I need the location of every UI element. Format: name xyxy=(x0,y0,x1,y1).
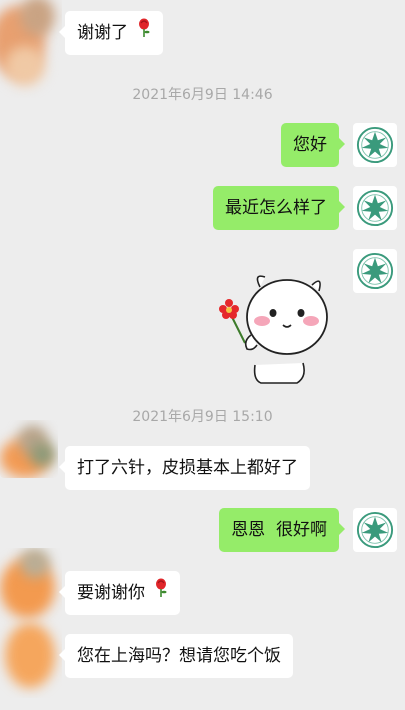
star-emblem-icon xyxy=(356,252,394,290)
message-text: 要谢谢你 xyxy=(77,583,145,603)
message-bubble-incoming[interactable]: 您在上海吗？想请您吃个饭 xyxy=(59,634,293,678)
user-avatar[interactable] xyxy=(353,123,397,167)
star-emblem-icon xyxy=(356,126,394,164)
message-text: 您好 xyxy=(293,135,327,155)
user-avatar[interactable] xyxy=(353,249,397,293)
message-text: 您在上海吗？想请您吃个饭 xyxy=(77,646,281,666)
message-bubble-incoming[interactable]: 打了六针，皮损基本上都好了 xyxy=(59,446,310,490)
star-emblem-icon xyxy=(356,189,394,227)
contact-avatar[interactable] xyxy=(0,548,62,698)
user-avatar[interactable] xyxy=(353,186,397,230)
message-bubble-incoming[interactable]: 要谢谢你 xyxy=(58,571,181,615)
message-text: 谢谢了 xyxy=(77,23,128,43)
message-text: 恩恩 很好啊 xyxy=(231,520,327,540)
rose-icon xyxy=(154,571,168,615)
star-emblem-icon xyxy=(356,511,394,549)
message-text: 打了六针，皮损基本上都好了 xyxy=(77,458,298,478)
contact-avatar[interactable] xyxy=(0,420,58,478)
message-bubble-outgoing[interactable]: 恩恩 很好啊 xyxy=(219,508,345,552)
cartoon-sticker[interactable] xyxy=(215,265,330,385)
user-avatar[interactable] xyxy=(353,508,397,552)
message-bubble-incoming[interactable]: 谢谢了 xyxy=(58,11,164,55)
message-text: 最近怎么样了 xyxy=(225,198,327,218)
timestamp: 2021年6月9日 15:10 xyxy=(132,409,273,425)
message-bubble-outgoing[interactable]: 您好 xyxy=(281,123,345,167)
rose-icon xyxy=(137,11,151,55)
message-bubble-outgoing[interactable]: 最近怎么样了 xyxy=(213,186,345,230)
timestamp: 2021年6月9日 14:46 xyxy=(132,87,273,103)
